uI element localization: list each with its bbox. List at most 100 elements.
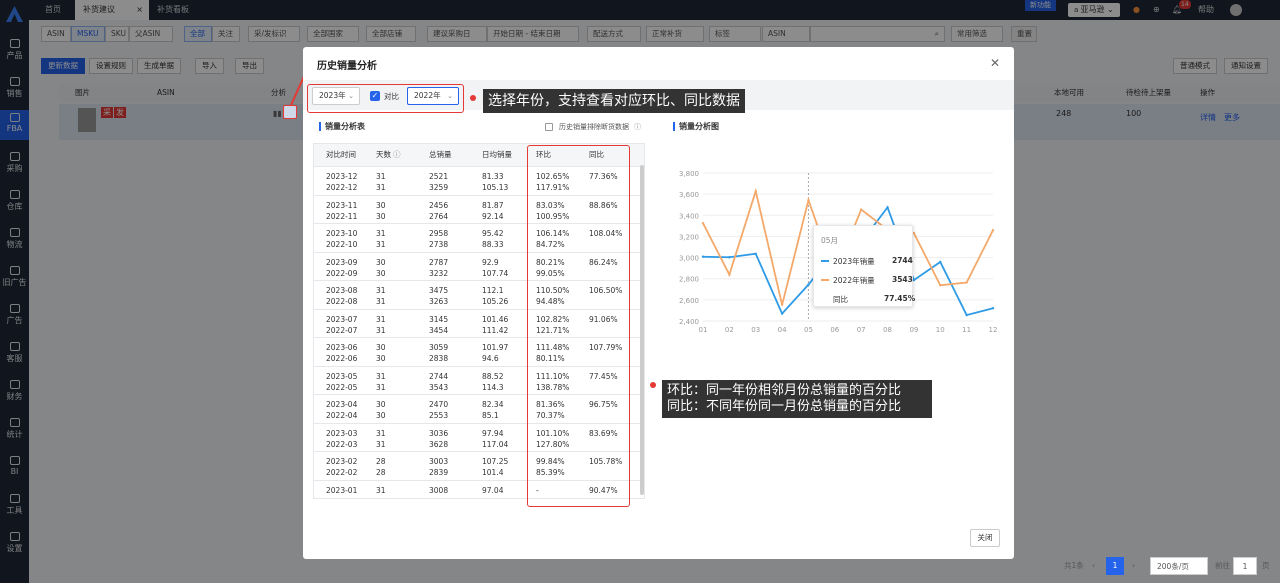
next-page-button[interactable]: › [1132, 557, 1135, 575]
cell-a2: 111.42 [482, 325, 509, 335]
page-size-select[interactable]: 200条/页 [1150, 557, 1208, 575]
year-selection-highlight [307, 84, 464, 113]
cell-d2: 30 [376, 354, 386, 363]
cell-d1: 31 [376, 314, 386, 324]
sales-history-modal: 历史销量分析 ✕ 2023年 ⌄ ✓ 对比 2022年 ⌄ 销量分析表 历史销量排除… [303, 47, 1014, 559]
cell-d1: 31 [376, 229, 386, 238]
cell-d1: 31 [376, 172, 386, 181]
y-tick-label: 2,800 [679, 276, 699, 284]
cell-s2: 3325 [429, 497, 448, 499]
data-point [754, 252, 757, 255]
data-point [780, 312, 784, 315]
y-tick-label: 3,600 [679, 191, 699, 199]
cell-a1: 112.1 [482, 286, 504, 295]
cell-t1: 2023-02 [326, 457, 358, 466]
cell-a1: 88.52 [482, 371, 504, 381]
cell-d1: 31 [376, 371, 386, 381]
goto-label: 前往 [1215, 561, 1230, 570]
cell-s2: 3454 [429, 325, 449, 335]
data-point [728, 256, 731, 259]
cell-d2: 30 [376, 411, 386, 420]
col-daily: 日均销量 [482, 150, 512, 159]
cell-t2: 2022-12 [326, 183, 358, 192]
goto-page-input[interactable]: 1 [1233, 557, 1257, 575]
cell-d1: 28 [376, 457, 386, 466]
cell-t1: 2023-07 [326, 314, 358, 324]
close-icon[interactable]: ✕ [990, 56, 1000, 70]
y-tick-label: 3,400 [679, 212, 699, 220]
cell-t1: 2023-01 [326, 485, 358, 495]
legend-swatch-2023 [821, 260, 829, 262]
cell-d2: 31 [376, 325, 386, 335]
cell-t2: 2022-07 [326, 325, 358, 335]
cell-t2: 2022-04 [326, 411, 358, 420]
cell-d1: 31 [376, 286, 386, 295]
current-page[interactable]: 1 [1106, 557, 1124, 575]
cell-a1: 101.97 [482, 343, 509, 352]
table-title: 销量分析表 [319, 122, 365, 131]
tooltip-yoy-label: 同比 [833, 295, 848, 304]
tooltip-series1: 2023年销量 [833, 257, 875, 266]
prev-page-button[interactable]: ‹ [1092, 557, 1095, 575]
cell-d2: 28 [376, 468, 386, 477]
cell-d2: 31 [376, 382, 386, 392]
y-tick-label: 2,400 [679, 318, 699, 326]
exclude-checkbox[interactable] [545, 123, 553, 131]
cell-t1: 2023-04 [326, 400, 358, 409]
annotation-dot [650, 382, 656, 388]
cell-s1: 2470 [429, 400, 449, 409]
cell-s2: 3628 [429, 439, 449, 449]
cell-s1: 2958 [429, 229, 449, 238]
x-tick-label: 04 [778, 326, 787, 334]
y-tick-label: 3,000 [679, 255, 699, 263]
data-point [965, 281, 968, 284]
tooltip-value1: 2744 [892, 256, 913, 265]
cell-d1: 30 [376, 343, 386, 352]
data-point [807, 198, 810, 202]
chart-panel: 销量分析图 2,400 2,600 2,800 3,000 3,200 3,400 3,60… [663, 113, 1008, 508]
cell-s1: 2744 [429, 371, 449, 381]
cell-s2: 3259 [429, 183, 449, 192]
ratio-columns-highlight [527, 145, 630, 507]
x-tick-label: 05 [804, 326, 813, 334]
legend-swatch-2022 [821, 279, 829, 281]
modal-title: 历史销量分析 [317, 61, 377, 72]
info-icon[interactable]: ⓘ [634, 122, 641, 132]
close-button[interactable]: 关闭 [970, 529, 1000, 547]
y-tick-label: 2,600 [679, 297, 699, 305]
data-point [728, 273, 731, 276]
data-point [780, 303, 784, 307]
x-tick-label: 02 [725, 326, 734, 334]
cell-s1: 3145 [429, 314, 449, 324]
cell-a2: 117.04 [482, 439, 509, 449]
y-tick-label: 3,800 [679, 170, 699, 178]
cell-a1: 81.87 [482, 200, 504, 210]
table-scrollbar[interactable] [640, 165, 644, 495]
cell-t2: 2022-01 [326, 497, 357, 499]
data-point [939, 284, 942, 287]
cell-t2: 2022-03 [326, 439, 358, 449]
cell-s2: 3232 [429, 268, 449, 278]
cell-s2: 3543 [429, 382, 449, 392]
cell-a2: 94.6 [482, 354, 499, 363]
cell-a2: 92.14 [482, 211, 504, 221]
cell-d1: 31 [376, 428, 386, 438]
cell-t2: 2022-08 [326, 297, 358, 306]
x-tick-label: 09 [909, 326, 918, 334]
cell-a2: 85.1 [482, 411, 499, 420]
cell-s1: 3059 [429, 343, 449, 352]
cell-d2: 31 [376, 439, 386, 449]
data-point [912, 278, 916, 282]
col-total: 总销量 [429, 150, 452, 159]
cell-s1: 3036 [429, 428, 449, 438]
cell-a2: 88.33 [482, 240, 504, 249]
cell-d1: 30 [376, 257, 386, 267]
cell-s1: 2787 [429, 257, 449, 267]
cell-d1: 30 [376, 200, 386, 210]
cell-t1: 2023-08 [326, 286, 358, 295]
cell-s1: 3475 [429, 286, 449, 295]
y-tick-label: 3,200 [679, 233, 699, 241]
info-icon[interactable]: ⓘ [393, 144, 401, 166]
data-point [991, 307, 995, 310]
cell-s2: 2553 [429, 411, 449, 420]
